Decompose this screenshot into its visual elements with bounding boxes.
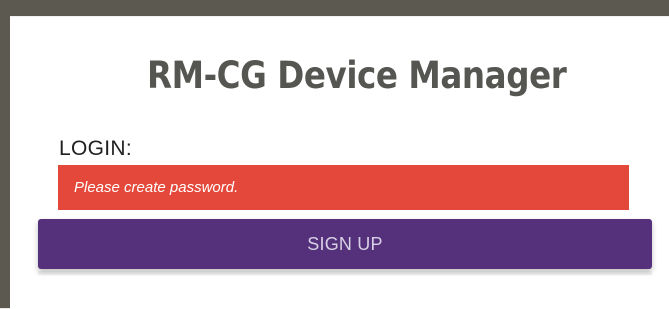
password-input[interactable]	[58, 165, 629, 210]
page-title: RM-CG Device Manager	[147, 54, 567, 97]
signup-button[interactable]: SIGN UP	[38, 219, 652, 269]
button-shadow	[38, 271, 652, 275]
login-label: LOGIN:	[59, 137, 132, 160]
